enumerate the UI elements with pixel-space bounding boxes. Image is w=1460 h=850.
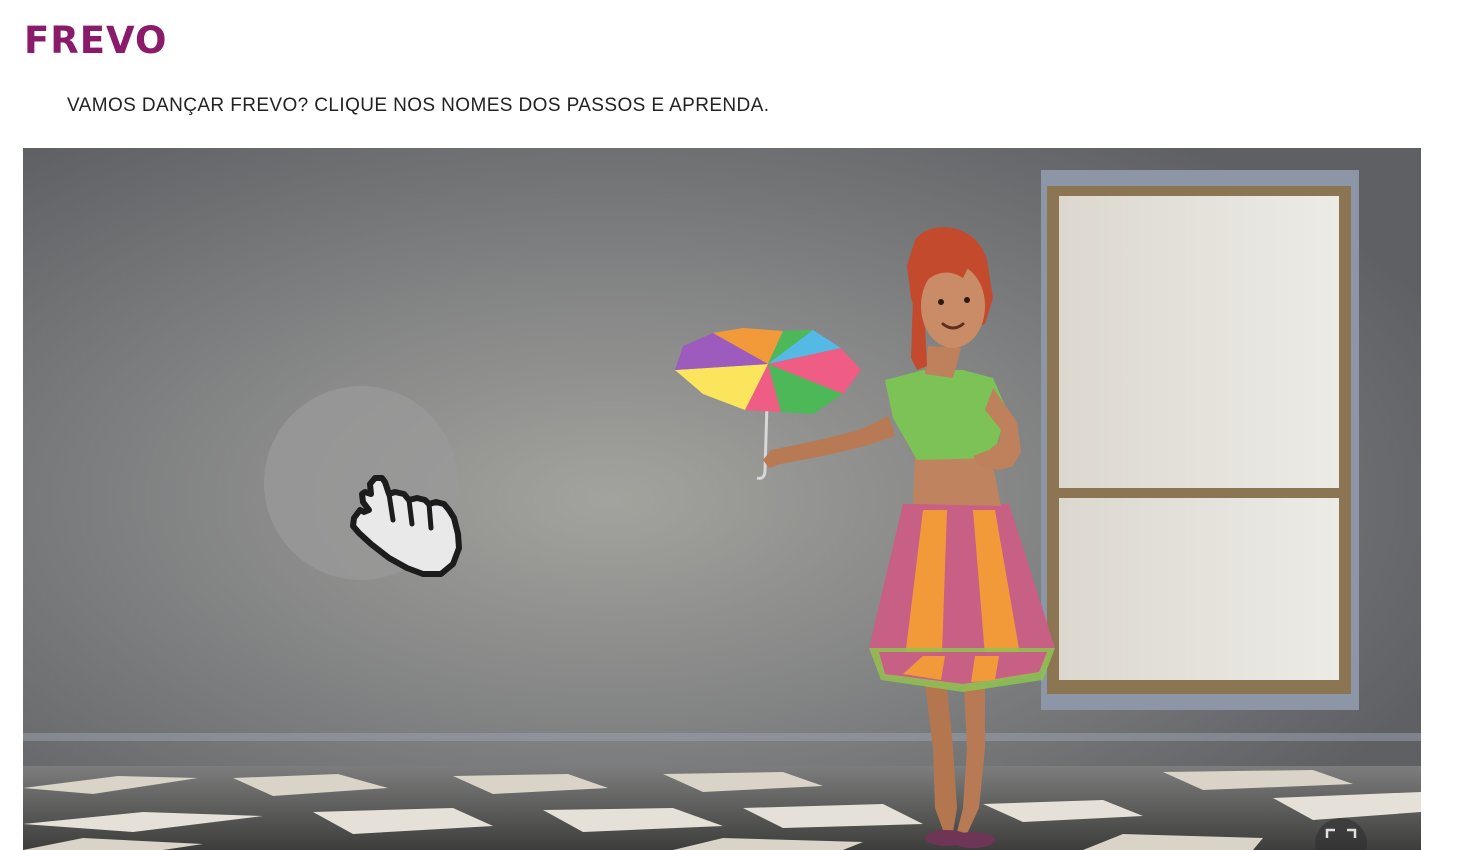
tap-hint[interactable]: [264, 386, 462, 580]
baseboard: [23, 733, 1421, 741]
video-frame: [23, 148, 1421, 850]
page-title: FREVO: [24, 19, 168, 62]
window: [1041, 170, 1359, 710]
page-instructions: VAMOS DANÇAR FREVO? CLIQUE NOS NOMES DOS…: [67, 95, 770, 116]
video-player[interactable]: [23, 148, 1421, 850]
page: FREVO VAMOS DANÇAR FREVO? CLIQUE NOS NOM…: [0, 0, 1460, 850]
checkered-floor: [23, 766, 1421, 850]
